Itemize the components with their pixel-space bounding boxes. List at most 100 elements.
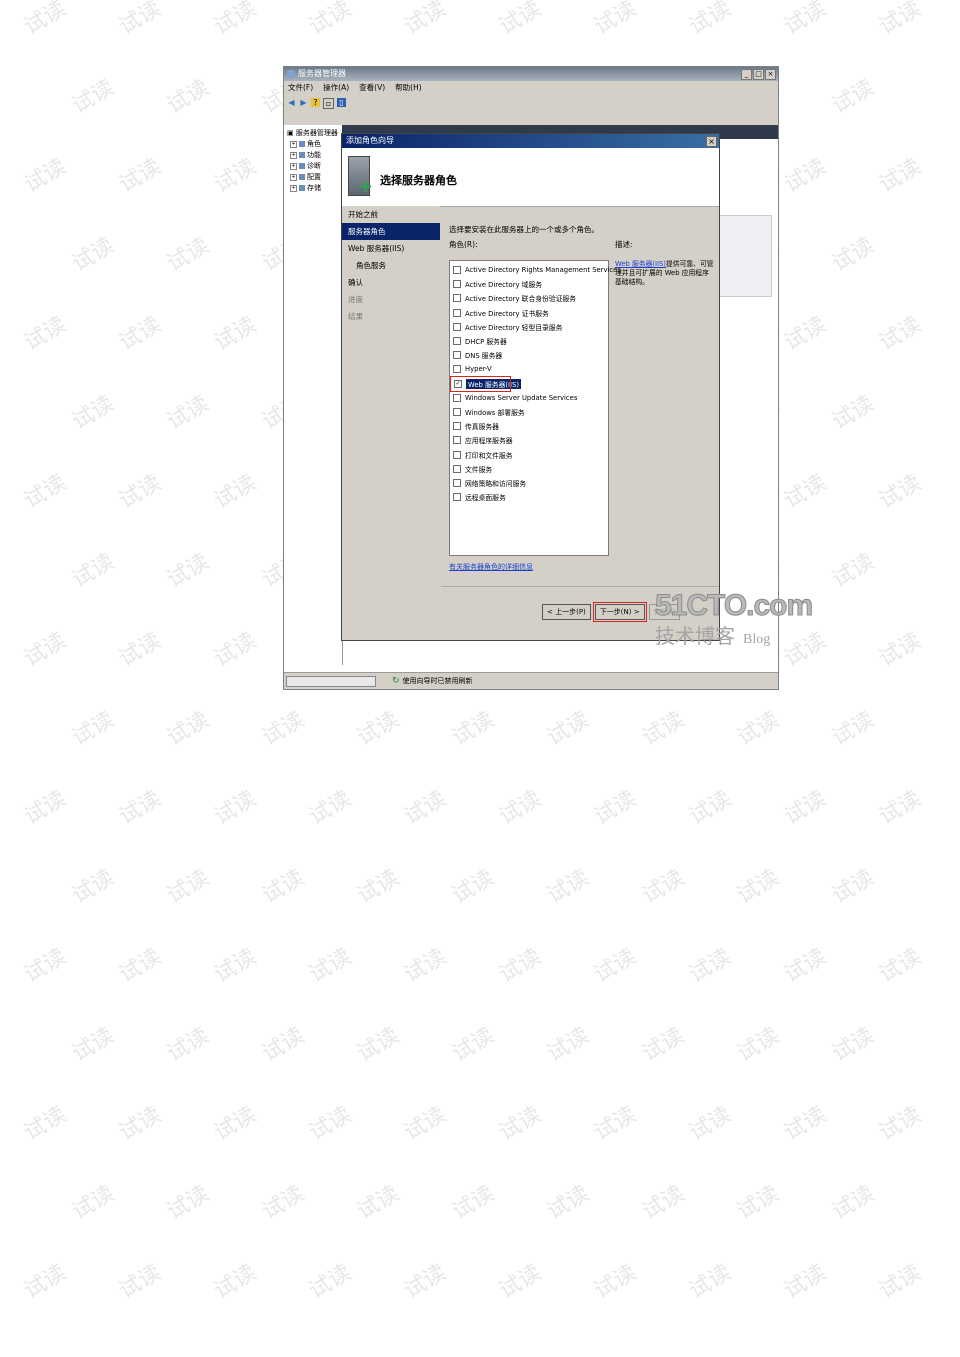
watermark-text: 试读 xyxy=(399,786,451,830)
minimize-icon[interactable]: _ xyxy=(741,69,752,80)
watermark-text: 试读 xyxy=(874,154,926,198)
watermark-text: 试读 xyxy=(494,1260,546,1304)
watermark-text: 试读 xyxy=(162,75,214,119)
role-checkbox[interactable]: ✓ xyxy=(454,379,462,388)
role-item[interactable]: Hyper-V xyxy=(450,362,608,376)
horizontal-scrollbar[interactable] xyxy=(286,676,376,687)
wizard-step[interactable]: 结果 xyxy=(342,308,440,325)
role-item[interactable]: Windows 部署服务 xyxy=(450,405,608,419)
expand-icon[interactable]: + xyxy=(290,140,297,148)
description-link[interactable]: Web 服务器(IIS) xyxy=(615,260,666,268)
wizard-step[interactable]: 确认 xyxy=(342,274,440,291)
wizard-step[interactable]: 角色服务 xyxy=(342,257,440,274)
watermark-text: 试读 xyxy=(209,1102,261,1146)
role-item[interactable]: 打印和文件服务 xyxy=(450,447,608,461)
role-checkbox[interactable] xyxy=(453,322,461,331)
back-icon[interactable]: ◀ xyxy=(287,98,296,107)
tree-node[interactable]: + 角色 xyxy=(284,138,342,149)
forward-icon[interactable]: ▶ xyxy=(299,98,308,107)
role-checkbox[interactable] xyxy=(453,422,461,431)
role-item[interactable]: DHCP 服务器 xyxy=(450,334,608,348)
wizard-step[interactable]: 进度 xyxy=(342,291,440,308)
window-controls: _ □ × xyxy=(741,69,776,80)
role-checkbox[interactable] xyxy=(453,294,461,303)
role-item[interactable]: 网络策略和访问服务 xyxy=(450,476,608,490)
watermark-text: 试读 xyxy=(494,944,546,988)
watermark-text: 试读 xyxy=(19,470,71,514)
watermark-text: 试读 xyxy=(257,1023,309,1067)
watermark-text: 试读 xyxy=(779,154,831,198)
wizard-step[interactable]: Web 服务器(IIS) xyxy=(342,240,440,257)
content-panel xyxy=(718,215,772,297)
expand-icon[interactable]: + xyxy=(290,184,297,192)
watermark-text: 试读 xyxy=(494,786,546,830)
add-plus-icon: + xyxy=(358,176,374,197)
tree-node[interactable]: + 功能 xyxy=(284,149,342,160)
properties-icon[interactable]: ▯ xyxy=(337,98,346,107)
watermark-text: 试读 xyxy=(114,1260,166,1304)
menu-item[interactable]: 帮助(H) xyxy=(395,81,422,95)
role-item[interactable]: DNS 服务器 xyxy=(450,348,608,362)
role-checkbox[interactable] xyxy=(453,450,461,459)
blog-watermark-logo: 51CTO.com 技术博客 Blog xyxy=(655,589,814,672)
role-label: 文件服务 xyxy=(465,465,493,474)
role-item[interactable]: 文件服务 xyxy=(450,462,608,476)
tree-node[interactable]: + 配置 xyxy=(284,171,342,182)
wizard-header: + 选择服务器角色 xyxy=(342,148,719,207)
role-checkbox[interactable] xyxy=(453,365,461,374)
role-checkbox[interactable] xyxy=(453,337,461,346)
tree-node[interactable]: + 诊断 xyxy=(284,160,342,171)
more-info-link[interactable]: 有关服务器角色的详细信息 xyxy=(449,562,533,572)
roles-label: 角色(R): xyxy=(449,240,478,249)
role-item[interactable]: 传真服务器 xyxy=(450,419,608,433)
watermark-text: 试读 xyxy=(257,707,309,751)
watermark-text: 试读 xyxy=(114,786,166,830)
watermark-text: 试读 xyxy=(67,549,119,593)
next-button[interactable]: 下一步(N) > xyxy=(592,602,647,622)
menu-item[interactable]: 查看(V) xyxy=(359,81,385,95)
expand-icon[interactable]: + xyxy=(290,173,297,181)
tree-node[interactable]: + 存储 xyxy=(284,182,342,193)
role-checkbox[interactable] xyxy=(453,351,461,360)
watermark-text: 试读 xyxy=(779,1260,831,1304)
console-icon[interactable]: ▫ xyxy=(323,98,334,109)
role-checkbox[interactable] xyxy=(453,493,461,502)
role-item[interactable]: 应用程序服务器 xyxy=(450,433,608,447)
role-item[interactable]: Active Directory 联合身份验证服务 xyxy=(450,291,608,305)
watermark-text: 试读 xyxy=(162,1181,214,1225)
menu-item[interactable]: 操作(A) xyxy=(323,81,349,95)
role-checkbox[interactable] xyxy=(453,266,461,275)
close-icon[interactable]: × xyxy=(765,69,776,80)
role-label: 传真服务器 xyxy=(465,423,499,432)
expand-icon[interactable]: + xyxy=(290,162,297,170)
role-item[interactable]: Windows Server Update Services xyxy=(450,391,608,405)
role-checkbox[interactable] xyxy=(453,308,461,317)
watermark-text: 试读 xyxy=(352,865,404,909)
maximize-icon[interactable]: □ xyxy=(753,69,764,80)
wizard-close-icon[interactable]: × xyxy=(706,136,717,147)
role-item[interactable]: 远程桌面服务 xyxy=(450,490,608,504)
help-icon[interactable]: ? xyxy=(311,98,320,107)
server-icon: ▣ xyxy=(287,129,294,137)
wizard-step[interactable]: 开始之前 xyxy=(342,206,440,223)
role-item[interactable]: Active Directory 域服务 xyxy=(450,277,608,291)
role-label: DNS 服务器 xyxy=(465,352,503,361)
watermark-text: 试读 xyxy=(304,0,356,40)
watermark-text: 试读 xyxy=(399,944,451,988)
role-checkbox[interactable] xyxy=(453,280,461,289)
watermark-text: 试读 xyxy=(779,0,831,40)
role-checkbox[interactable] xyxy=(453,478,461,487)
tree-root[interactable]: ▣ 服务器管理器 xyxy=(284,125,342,138)
expand-icon[interactable]: + xyxy=(290,151,297,159)
role-item[interactable]: Active Directory 证书服务 xyxy=(450,306,608,320)
role-checkbox[interactable] xyxy=(453,407,461,416)
previous-button[interactable]: < 上一步(P) xyxy=(542,604,591,620)
role-checkbox[interactable] xyxy=(453,464,461,473)
wizard-step[interactable]: 服务器角色 xyxy=(342,223,440,240)
role-item[interactable]: Active Directory Rights Management Servi… xyxy=(450,263,621,277)
role-checkbox[interactable] xyxy=(453,393,461,402)
role-item[interactable]: ✓ Web 服务器(IIS) xyxy=(450,375,521,392)
menu-item[interactable]: 文件(F) xyxy=(288,81,313,95)
role-checkbox[interactable] xyxy=(453,436,461,445)
role-item[interactable]: Active Directory 轻型目录服务 xyxy=(450,320,608,334)
